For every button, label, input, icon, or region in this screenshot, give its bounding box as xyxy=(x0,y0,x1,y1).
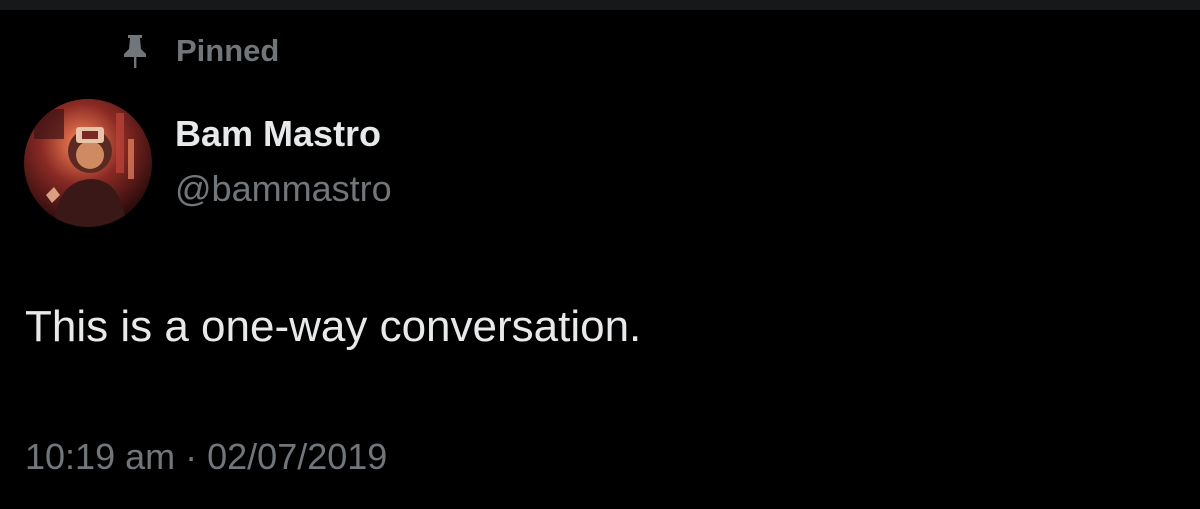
tweet-text: This is a one-way conversation. xyxy=(25,302,642,351)
top-divider xyxy=(0,0,1200,10)
user-handle[interactable]: @bammastro xyxy=(175,168,392,210)
display-name[interactable]: Bam Mastro xyxy=(175,113,381,155)
timestamp-separator: · xyxy=(185,436,198,477)
avatar[interactable] xyxy=(24,99,152,227)
pin-icon xyxy=(120,31,150,71)
tweet-date: 02/07/2019 xyxy=(207,436,388,477)
pinned-label: Pinned xyxy=(176,33,280,68)
tweet-time: 10:19 am xyxy=(25,436,176,477)
pinned-indicator: Pinned xyxy=(120,30,279,72)
tweet-timestamp[interactable]: 10:19 am · 02/07/2019 xyxy=(25,436,387,478)
